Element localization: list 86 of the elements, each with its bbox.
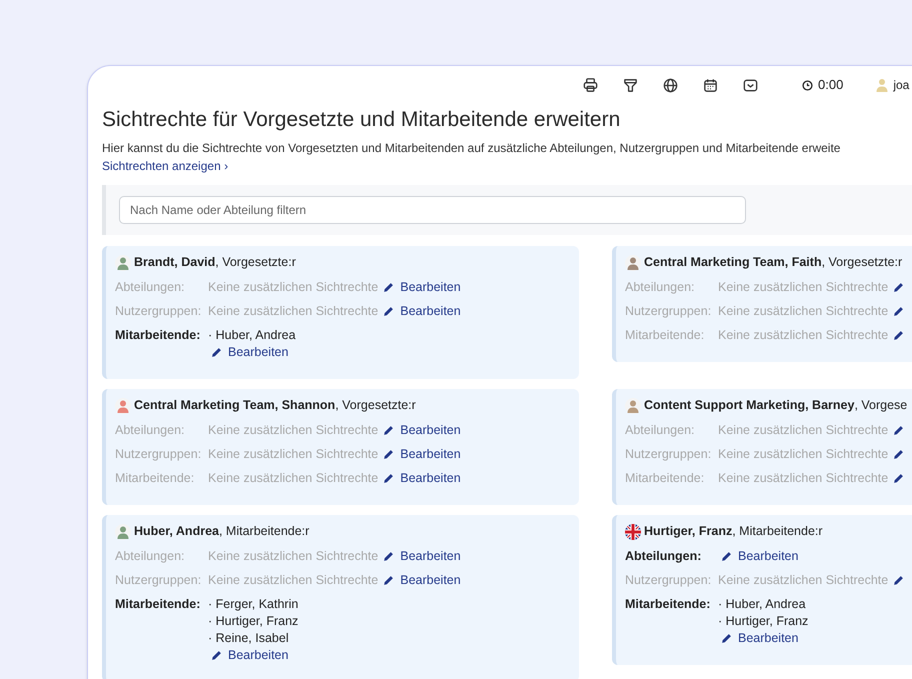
edit-link[interactable]: Bearbeiten: [211, 646, 288, 664]
pencil-icon[interactable]: [893, 330, 904, 340]
pencil-icon: [383, 550, 394, 562]
field-label: Mitarbeitende:: [115, 470, 196, 486]
field-label: Abteilungen:: [115, 548, 186, 564]
calendar-icon[interactable]: [702, 76, 719, 94]
employee-item: · Ferger, Kathrin: [208, 596, 298, 612]
rights-value: Keine zusätzlichen Sichtrechte: [718, 278, 888, 296]
field-label: Mitarbeitende:: [625, 326, 706, 344]
pencil-icon: [383, 472, 394, 484]
rights-value: Keine zusätzlichen Sichtrechte: [718, 470, 888, 486]
employee-item: · Hurtiger, Franz: [208, 612, 298, 630]
edit-link[interactable]: Bearbeiten: [383, 302, 461, 320]
field-label: Nutzergruppen:: [625, 302, 712, 320]
rights-value: Keine zusätzlichen Sichtrechte: [208, 302, 378, 320]
inbox-icon[interactable]: [742, 76, 759, 94]
field-label: Mitarbeitende:: [625, 470, 706, 486]
rights-value: Keine zusätzlichen Sichtrechte: [208, 470, 378, 486]
rights-value: Keine zusätzlichen Sichtrechte: [718, 572, 888, 588]
field-label: Nutzergruppen:: [115, 572, 202, 588]
page-title: Sichtrechte für Vorgesetzte und Mitarbeitende erweitern: [102, 107, 622, 133]
employee-item: · Huber, Andrea: [208, 326, 296, 344]
rights-value: Keine zusätzlichen Sichtrechte: [208, 548, 378, 564]
edit-link[interactable]: Bearbeiten: [383, 548, 461, 564]
funnel-icon[interactable]: [622, 76, 639, 94]
person-header: Brandt, David, Vorgesetzte:r: [134, 254, 296, 272]
person-header: Content Support Marketing, Barney, Vorgese: [644, 397, 908, 414]
field-label: Mitarbeitende:: [115, 326, 202, 344]
pencil-icon: [211, 650, 222, 660]
timer-text: 0:00: [818, 76, 844, 94]
pencil-icon: [211, 346, 222, 358]
edit-link[interactable]: Bearbeiten: [211, 344, 288, 360]
rights-value: Keine zusätzlichen Sichtrechte: [208, 572, 378, 588]
edit-link[interactable]: Bearbeiten: [383, 572, 461, 588]
edit-link[interactable]: Bearbeiten: [721, 630, 798, 646]
person-header: Huber, Andrea, Mitarbeitende:r: [134, 523, 310, 540]
rights-value: Keine zusätzlichen Sichtrechte: [718, 446, 888, 462]
pencil-icon: [383, 574, 394, 586]
edit-link[interactable]: Bearbeiten: [383, 422, 461, 438]
field-label: Abteilungen:: [625, 422, 696, 438]
description-text: Hier kannst du die Sichtrechte von Vorgesetzten und Mitarbeitenden auf zusätzliche Abteilungen, Nutzergruppen und Mitarbeitende erweite: [102, 140, 842, 156]
edit-link[interactable]: Bearbeiten: [383, 446, 461, 462]
person-header: Hurtiger, Franz, Mitarbeitende:r: [644, 523, 823, 540]
field-label: Nutzergruppen:: [625, 572, 712, 588]
rights-value: Keine zusätzlichen Sichtrechte: [208, 278, 378, 296]
person-header: Central Marketing Team, Faith, Vorgesetzte:r: [644, 254, 902, 272]
employee-item: · Reine, Isabel: [208, 630, 290, 646]
field-label: Abteilungen:: [115, 278, 186, 296]
pencil-icon[interactable]: [893, 574, 904, 586]
pencil-icon[interactable]: [893, 424, 904, 436]
pencil-icon: [383, 306, 394, 316]
pencil-icon: [721, 550, 732, 562]
filter-field[interactable]: Nach Name oder Abteilung filtern: [119, 196, 746, 224]
rights-value: Keine zusätzlichen Sichtrechte: [208, 422, 378, 438]
user-name[interactable]: joa: [893, 76, 910, 94]
person-header: Central Marketing Team, Shannon, Vorgesetzte:r: [134, 397, 416, 414]
pencil-icon[interactable]: [893, 282, 904, 292]
pencil-icon: [383, 424, 394, 436]
pencil-icon[interactable]: [893, 448, 904, 460]
edit-link[interactable]: Bearbeiten: [383, 278, 461, 296]
field-label: Mitarbeitende:: [115, 596, 202, 612]
pencil-icon[interactable]: [893, 306, 904, 316]
printer-icon[interactable]: [582, 76, 599, 94]
rights-value: Keine zusätzlichen Sichtrechte: [718, 422, 888, 438]
flag-icon: [625, 524, 641, 540]
edit-link[interactable]: Bearbeiten: [383, 470, 461, 486]
rights-value: Keine zusätzlichen Sichtrechte: [718, 302, 888, 320]
rights-value: Keine zusätzlichen Sichtrechte: [208, 446, 378, 462]
pencil-icon[interactable]: [893, 472, 904, 484]
field-label: Nutzergruppen:: [625, 446, 712, 462]
pencil-icon: [383, 282, 394, 292]
field-label: Nutzergruppen:: [115, 302, 202, 320]
field-label: Abteilungen:: [115, 422, 186, 438]
field-label: Abteilungen:: [625, 278, 696, 296]
pencil-icon: [383, 448, 394, 460]
field-label: Abteilungen:: [625, 548, 702, 564]
rights-value: Keine zusätzlichen Sichtrechte: [718, 326, 888, 344]
employee-item: · Huber, Andrea: [718, 596, 807, 612]
rights-link[interactable]: Sichtrechten anzeigen ›: [102, 156, 228, 174]
employee-item: · Hurtiger, Franz: [718, 612, 808, 630]
clock-icon: [802, 80, 813, 90]
field-label: Nutzergruppen:: [115, 446, 202, 462]
edit-link[interactable]: Bearbeiten: [721, 548, 798, 564]
globe-icon[interactable]: [662, 76, 679, 94]
field-label: Mitarbeitende:: [625, 596, 712, 612]
pencil-icon: [721, 632, 732, 644]
